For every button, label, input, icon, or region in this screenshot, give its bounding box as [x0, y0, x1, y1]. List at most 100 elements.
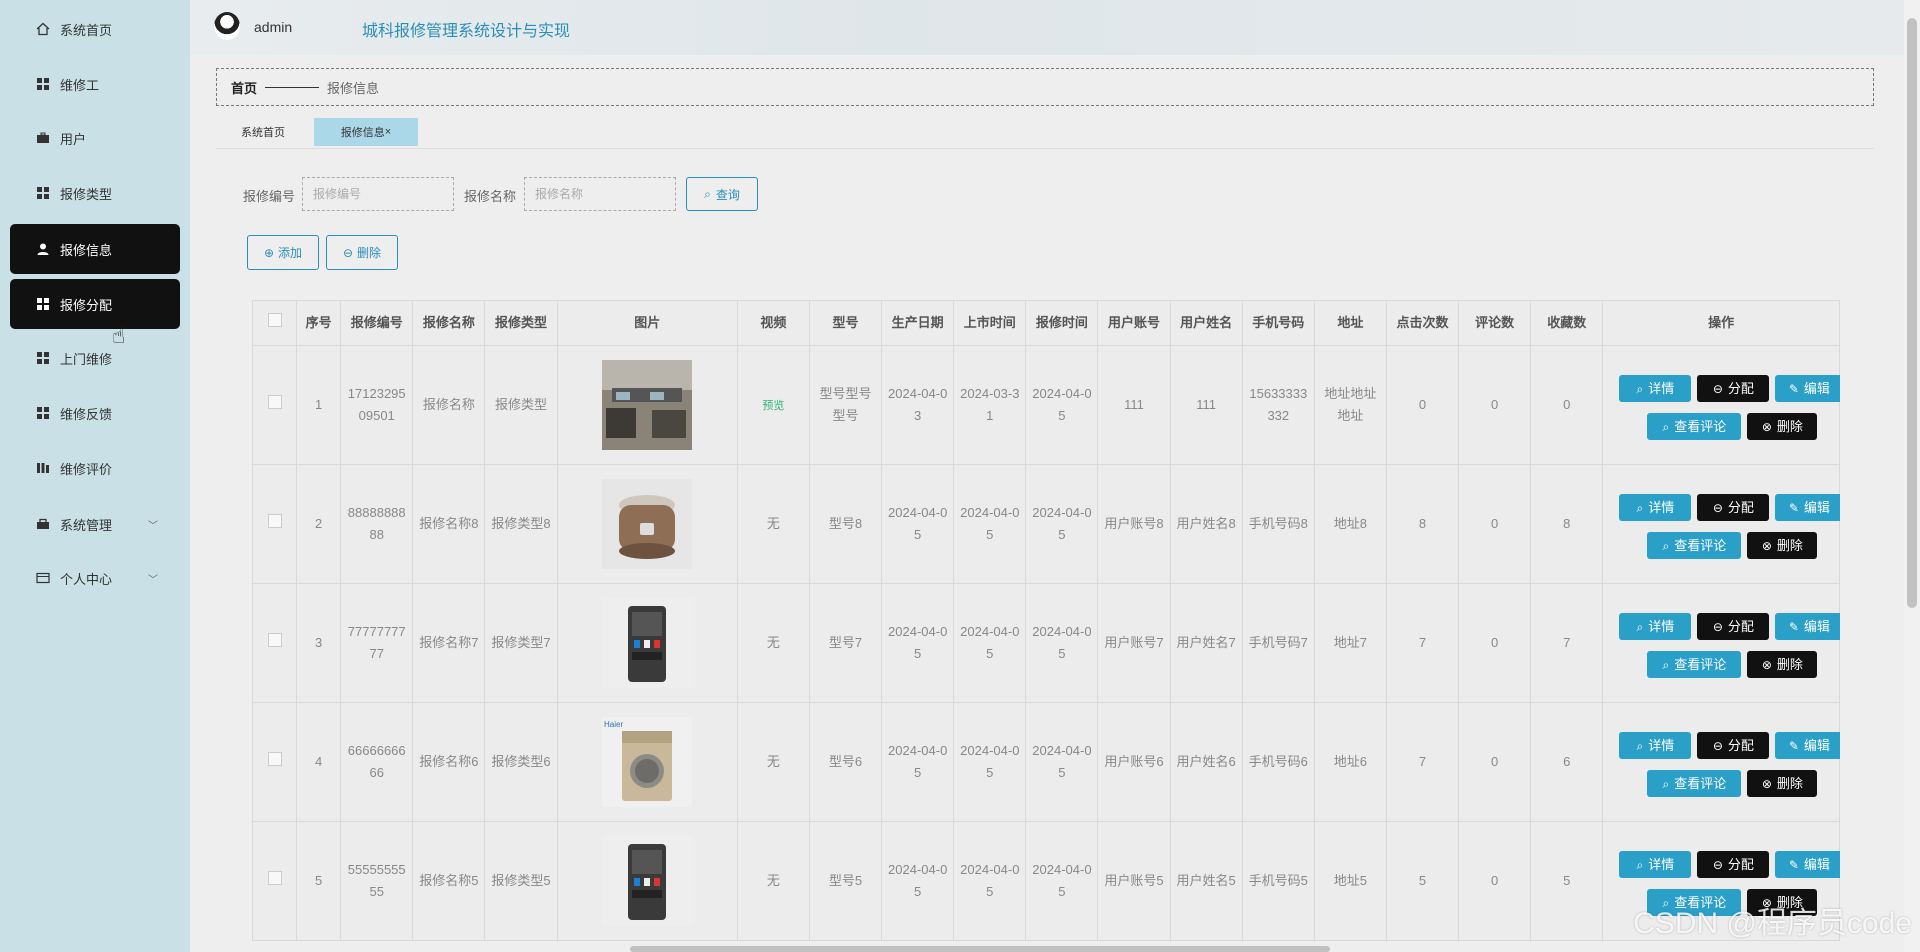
username[interactable]: admin — [254, 19, 292, 35]
select-all-cell[interactable] — [252, 300, 298, 346]
comments-cell: 0 — [1458, 821, 1532, 941]
row-select-cell[interactable] — [252, 583, 298, 703]
detail-button[interactable]: ⌕ 详情 — [1619, 494, 1692, 521]
name-cell: 报修名称5 — [412, 821, 486, 941]
query-button[interactable]: ⌕ 查询 — [686, 177, 758, 211]
delete-row-button[interactable]: ⊗ 删除 — [1747, 651, 1818, 678]
delete-row-button[interactable]: ⊗ 删除 — [1747, 770, 1818, 797]
row-select-cell[interactable] — [252, 345, 298, 465]
assign-button[interactable]: ⊖ 分配 — [1697, 613, 1770, 640]
uname-cell: 111 — [1169, 345, 1243, 465]
uname-cell: 用户姓名5 — [1169, 821, 1243, 941]
tab-bar: 系统首页 报修信息 × — [216, 118, 1874, 149]
model-cell: 型号8 — [808, 464, 883, 584]
avatar[interactable] — [214, 12, 240, 40]
sidebar-item-repair-assign[interactable]: 报修分配 — [10, 279, 180, 329]
row-checkbox[interactable] — [267, 752, 282, 766]
detail-button[interactable]: ⌕ 详情 — [1619, 375, 1692, 402]
breadcrumb-current: 报修信息 — [327, 80, 380, 96]
clicks-cell: 0 — [1385, 345, 1460, 465]
product-image[interactable] — [562, 479, 733, 569]
code-search-input[interactable] — [302, 177, 454, 211]
add-button[interactable]: ⊕ 添加 — [247, 235, 319, 270]
detail-button[interactable]: ⌕ 详情 — [1619, 613, 1692, 640]
image-cell: Haier — [556, 702, 738, 822]
image-cell — [556, 345, 738, 465]
view-comments-button[interactable]: ⌕ 查看评论 — [1647, 651, 1742, 678]
search-icon: ⌕ — [1636, 619, 1644, 634]
sidebar-item-personal[interactable]: 个人中心 ﹀ — [10, 553, 180, 603]
sidebar-item-home[interactable]: 系统首页 — [10, 4, 180, 54]
view-comments-button[interactable]: ⌕ 查看评论 — [1647, 770, 1742, 797]
model-cell: 型号6 — [808, 702, 883, 822]
toolbox-icon — [36, 517, 50, 531]
view-comments-button[interactable]: ⌕ 查看评论 — [1647, 413, 1742, 440]
name-cell: 报修名称8 — [412, 464, 486, 584]
code-cell: 7777777777 — [340, 583, 414, 703]
horizontal-scrollbar[interactable] — [630, 946, 1330, 952]
row-checkbox[interactable] — [267, 871, 282, 885]
delete-row-button[interactable]: ⊗ 删除 — [1747, 532, 1818, 559]
assign-button[interactable]: ⊖ 分配 — [1697, 732, 1770, 759]
edit-button[interactable]: ✎ 编辑 — [1775, 494, 1840, 521]
product-image[interactable]: Haier — [562, 717, 733, 807]
close-icon[interactable]: × — [385, 126, 391, 138]
product-image[interactable] — [562, 360, 733, 450]
vertical-scrollbar[interactable] — [1904, 0, 1920, 952]
edit-button[interactable]: ✎ 编辑 — [1775, 375, 1840, 402]
breadcrumb-separator — [265, 86, 320, 88]
favs-cell: 0 — [1530, 345, 1604, 465]
delete-button[interactable]: ⊖ 删除 — [326, 235, 398, 270]
row-select-cell[interactable] — [252, 702, 298, 822]
row-checkbox[interactable] — [267, 514, 282, 528]
ops-cell: ⌕ 详情 ⊖ 分配 ✎ 编辑 ⌕ 查看评论 ⊗ 删除 — [1602, 464, 1840, 584]
delete-row-label: 删除 — [1776, 656, 1803, 672]
sidebar-item-evaluation[interactable]: 维修评价 — [10, 443, 180, 493]
clicks-cell: 8 — [1385, 464, 1460, 584]
assign-button[interactable]: ⊖ 分配 — [1697, 494, 1770, 521]
sidebar-item-repair-type[interactable]: 报修类型 — [10, 168, 180, 218]
report-cell: 2024-04-05 — [1025, 345, 1099, 465]
video-preview-link[interactable]: 预览 — [762, 400, 784, 412]
breadcrumb-home[interactable]: 首页 — [231, 78, 257, 97]
product-image[interactable] — [562, 598, 733, 688]
market-cell: 2024-04-05 — [953, 464, 1027, 584]
sidebar-item-repairman[interactable]: 维修工 — [10, 59, 180, 109]
assign-button[interactable]: ⊖ 分配 — [1697, 851, 1770, 878]
detail-button[interactable]: ⌕ 详情 — [1619, 851, 1692, 878]
sidebar-item-users[interactable]: 用户 — [10, 113, 180, 163]
page-title: 城科报修管理系统设计与实现 — [362, 23, 571, 40]
tab-home[interactable]: 系统首页 — [216, 118, 310, 146]
detail-button[interactable]: ⌕ 详情 — [1619, 732, 1692, 759]
row-select-cell[interactable] — [252, 821, 298, 941]
sidebar-item-onsite-repair[interactable]: 上门维修 — [10, 333, 180, 383]
minus-circle-icon: ⊖ — [1712, 500, 1723, 515]
row-select-cell[interactable] — [252, 464, 298, 584]
video-cell[interactable]: 预览 — [736, 345, 810, 465]
view-comments-button[interactable]: ⌕ 查看评论 — [1647, 532, 1742, 559]
card-icon — [36, 571, 50, 585]
delete-row-button[interactable]: ⊗ 删除 — [1747, 413, 1818, 440]
edit-button[interactable]: ✎ 编辑 — [1775, 732, 1840, 759]
assign-button[interactable]: ⊖ 分配 — [1697, 375, 1770, 402]
edit-button[interactable]: ✎ 编辑 — [1775, 613, 1840, 640]
tab-repair-info[interactable]: 报修信息 × — [314, 118, 418, 146]
detail-label: 详情 — [1648, 380, 1675, 396]
favs-cell: 8 — [1530, 464, 1604, 584]
column-header: 地址 — [1313, 300, 1387, 346]
row-checkbox[interactable] — [267, 633, 282, 647]
scrollbar-thumb[interactable] — [1907, 18, 1917, 608]
row-checkbox[interactable] — [267, 395, 282, 409]
video-value: 无 — [766, 516, 780, 531]
search-icon: ⌕ — [1636, 738, 1644, 753]
chevron-down-icon: ﹀ — [148, 521, 158, 532]
product-image[interactable] — [562, 836, 733, 926]
sidebar-item-system[interactable]: 系统管理 ﹀ — [10, 499, 180, 549]
edit-button[interactable]: ✎ 编辑 — [1775, 851, 1840, 878]
name-search-input[interactable] — [524, 177, 676, 211]
view-comments-label: 查看评论 — [1674, 775, 1727, 791]
sidebar-item-repair-info[interactable]: 报修信息 — [10, 224, 180, 274]
sidebar-item-feedback[interactable]: 维修反馈 — [10, 388, 180, 438]
column-header: 序号 — [296, 300, 342, 346]
select-all-checkbox[interactable] — [267, 313, 282, 327]
